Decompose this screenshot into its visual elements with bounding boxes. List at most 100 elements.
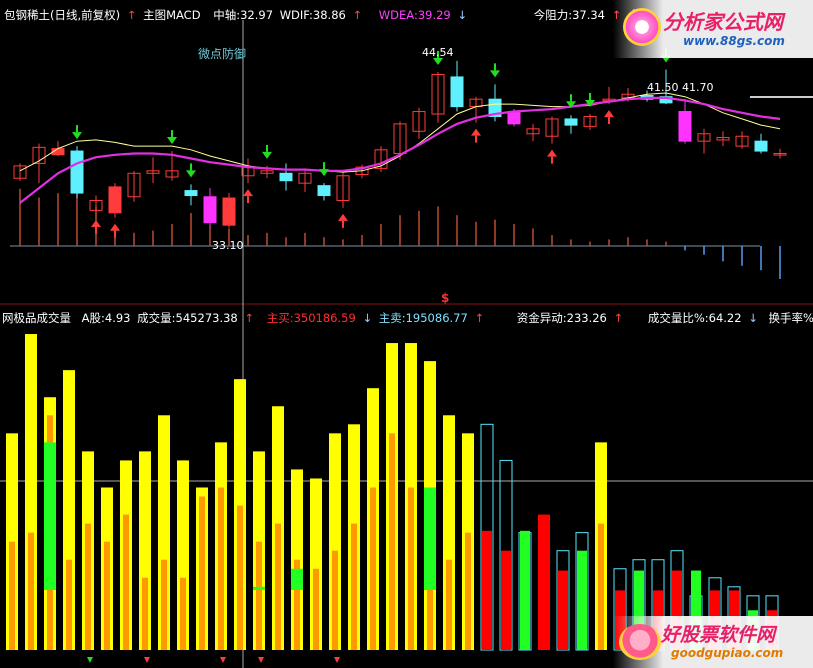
buy-volume-bar: [237, 505, 243, 650]
pig-logo-icon: [619, 624, 661, 660]
stock-name: 包钢稀土(日线,前复权): [4, 8, 121, 22]
top-watermark-url: www.88gs.com: [683, 34, 785, 48]
candle-body: [203, 196, 217, 224]
fund-change-label: 资金异动:233.26: [516, 311, 607, 325]
buy-signal-icon: [262, 151, 272, 159]
buy-volume-bar: [408, 487, 414, 650]
candle-body: [754, 140, 768, 152]
buy-volume-bar: [332, 550, 338, 650]
up-arrow-icon: ↑: [474, 311, 485, 325]
sell-signal-icon: [604, 110, 614, 118]
buy-volume-bar: [520, 530, 530, 650]
down-arrow-icon: ↓: [362, 311, 373, 325]
wdea-label: WDEA:39.29: [378, 8, 451, 22]
sell-signal-icon: [471, 128, 481, 136]
dollar-marker: $: [441, 291, 450, 305]
buy-volume-bar: [275, 523, 281, 650]
sell-volume-bar: [291, 568, 303, 590]
buy-volume-bar: [313, 568, 319, 650]
buy-volume-bar: [142, 577, 148, 650]
buy-signal-icon: [186, 170, 196, 178]
buy-signal-icon: [319, 169, 329, 177]
buy-label: 主买:350186.59: [266, 311, 356, 325]
sell-volume-bar: [424, 487, 436, 590]
volume-label: 成交量:545273.38: [137, 311, 238, 325]
buy-volume-bar: [199, 496, 205, 650]
buy-volume-bar: [370, 487, 376, 650]
resistance-label: 今阻力:37.34: [533, 8, 605, 22]
zhongzhou-label: 中轴:32.97: [213, 8, 274, 22]
buy-volume-bar: [598, 523, 604, 650]
bottom-signal-icon: [334, 657, 340, 663]
up-arrow-icon: ↑: [613, 311, 624, 325]
down-arrow-icon: ↓: [457, 8, 468, 22]
candle-body: [222, 197, 236, 226]
buy-volume-bar: [9, 541, 15, 650]
bottom-signal-icon: [258, 657, 264, 663]
buy-volume-bar: [123, 514, 129, 650]
top-watermark-title: 分析家公式网: [663, 10, 783, 34]
bottom-watermark: 好股票软件网 goodgupiao.com: [613, 616, 813, 668]
buy-signal-icon: [167, 137, 177, 145]
buy-volume-bar: [501, 550, 511, 650]
buy-signal-icon: [490, 70, 500, 78]
sell-signal-icon: [547, 149, 557, 157]
volume-chart-svg[interactable]: [0, 305, 813, 668]
buy-volume-bar: [482, 530, 492, 650]
volume-chart-panel[interactable]: 网极品成交量 A股:4.93 成交量:545273.38 ↑ 主买:350186…: [0, 305, 813, 668]
volume-bar: [538, 514, 550, 650]
flower-logo-icon: [623, 8, 661, 46]
down-arrow-icon: ↓: [748, 311, 758, 325]
buy-signal-icon: [433, 58, 443, 65]
main-label: 主图MACD: [143, 8, 201, 22]
bottom-watermark-title: 好股票软件网: [661, 624, 776, 646]
sell-label: 主卖:195086.77: [378, 311, 468, 325]
price-chart-header: 包钢稀土(日线,前复权) ↑ 主图MACD 中轴:32.97 WDIF:38.8…: [4, 7, 654, 23]
sell-volume-bar: [44, 442, 56, 590]
right-price-label: 41.50 41.70: [647, 81, 714, 94]
buy-volume-bar: [85, 523, 91, 650]
defense-annotation: 微点防御: [198, 47, 247, 61]
candle-body: [678, 111, 692, 142]
buy-volume-bar: [28, 532, 34, 650]
bottom-signal-icon: [220, 657, 226, 663]
sell-volume-bar: [253, 586, 265, 590]
buy-volume-bar: [256, 541, 262, 650]
bottom-watermark-url: goodgupiao.com: [671, 646, 784, 660]
volume-chart-header: 网极品成交量 A股:4.93 成交量:545273.38 ↑ 主买:350186…: [2, 310, 813, 326]
buy-volume-bar: [446, 559, 452, 650]
a-share-label: A股:4.93: [81, 311, 131, 325]
volume-title: 网极品成交量: [2, 311, 71, 325]
buy-volume-bar: [161, 559, 167, 650]
buy-volume-bar: [218, 487, 224, 650]
price-chart-panel[interactable]: 包钢稀土(日线,前复权) ↑ 主图MACD 中轴:32.97 WDIF:38.8…: [0, 0, 813, 305]
buy-signal-icon: [72, 132, 82, 140]
candle-body: [450, 76, 464, 108]
candle-body: [507, 111, 521, 125]
bottom-signal-icon: [144, 657, 150, 663]
candle-body: [184, 190, 198, 197]
buy-volume-bar: [465, 532, 471, 650]
top-watermark: 分析家公式网 www.88gs.com: [613, 0, 813, 58]
bottom-signal-icon: [87, 657, 93, 663]
up-arrow-icon: ↑: [352, 8, 363, 22]
candle-body: [317, 185, 331, 197]
up-arrow-icon: ↑: [126, 8, 137, 22]
up-arrow-icon: ↑: [244, 311, 255, 325]
buy-volume-bar: [351, 523, 357, 650]
buy-volume-bar: [66, 559, 72, 650]
candle-body: [279, 172, 293, 182]
turnover-label: 换手率%:11: [768, 311, 813, 325]
buy-volume-bar: [577, 550, 587, 650]
buy-volume-bar: [558, 570, 568, 650]
candle-body: [70, 150, 84, 194]
high-price-label: 44.54: [422, 46, 454, 59]
sell-signal-icon: [243, 189, 253, 197]
buy-volume-bar: [104, 541, 110, 650]
candle-body: [564, 118, 578, 126]
buy-volume-bar: [389, 433, 395, 650]
candle-body: [108, 186, 122, 214]
sell-signal-icon: [338, 213, 348, 221]
volume-ratio-label: 成交量比%:64.22: [647, 311, 742, 325]
sell-signal-icon: [110, 223, 120, 231]
